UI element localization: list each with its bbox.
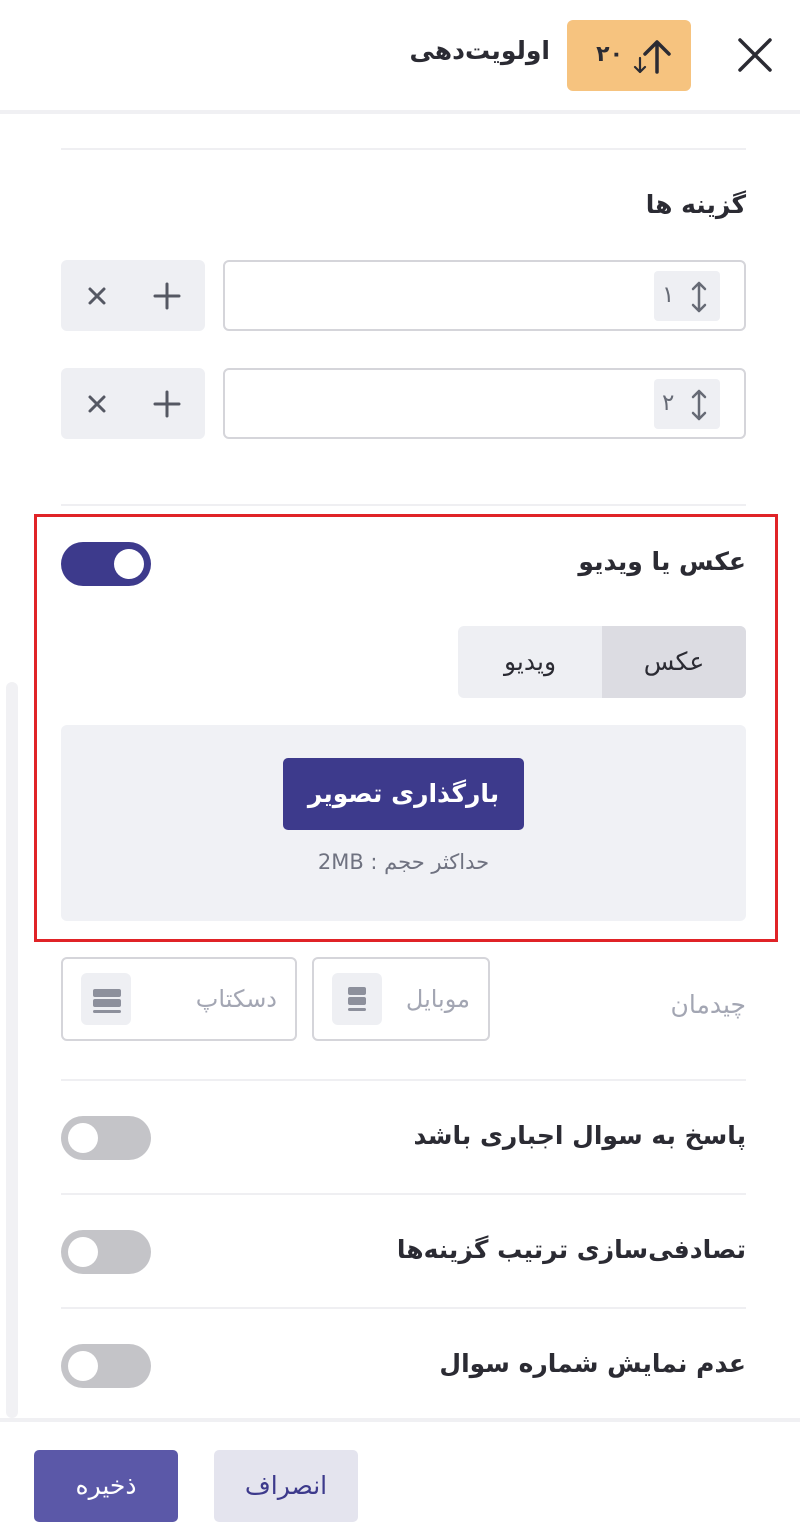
option-input-1[interactable]: ۱	[223, 260, 746, 331]
tab-photo[interactable]: عکس	[602, 626, 746, 698]
layout-mobile-option[interactable]: موبایل	[312, 957, 490, 1041]
divider	[61, 148, 746, 150]
randomize-options-label: تصادفی‌سازی ترتیب گزینه‌ها	[396, 1235, 746, 1264]
upload-area: بارگذاری تصویر حداکثر حجم : 2MB	[61, 725, 746, 921]
option-number: ۲	[662, 390, 675, 416]
tab-video[interactable]: ویدیو	[458, 626, 602, 698]
divider	[61, 1079, 746, 1081]
option-number: ۱	[662, 282, 675, 308]
toggle-knob	[68, 1351, 98, 1381]
question-number: ۲۰	[596, 42, 623, 67]
plus-icon[interactable]	[151, 280, 183, 312]
media-title: عکس یا ویدیو	[578, 547, 746, 576]
toggle-knob	[114, 549, 144, 579]
option-actions	[61, 368, 205, 439]
media-toggle[interactable]	[61, 542, 151, 586]
vertical-arrows-icon	[691, 389, 707, 421]
required-answer-label: پاسخ به سوال اجباری باشد	[413, 1121, 746, 1150]
layout-label: چیدمان	[670, 990, 747, 1019]
plus-icon[interactable]	[151, 388, 183, 420]
layout-option-label: دسکتاپ	[195, 985, 277, 1013]
save-button[interactable]: ذخیره	[34, 1450, 178, 1522]
scrollbar[interactable]	[6, 682, 18, 1418]
divider	[61, 1307, 746, 1309]
options-title: گزینه ها	[645, 190, 746, 219]
max-size-hint: حداکثر حجم : 2MB	[317, 850, 490, 874]
hide-question-number-toggle[interactable]	[61, 1344, 151, 1388]
option-input-2[interactable]: ۲	[223, 368, 746, 439]
divider	[61, 1193, 746, 1195]
footer-divider	[0, 1418, 800, 1422]
layout-option-label: موبایل	[405, 985, 470, 1013]
mobile-layout-icon	[332, 973, 382, 1025]
priority-sort-icon	[633, 40, 671, 74]
divider	[61, 504, 746, 506]
hide-question-number-label: عدم نمایش شماره سوال	[439, 1349, 746, 1378]
question-type-badge: ۲۰	[567, 20, 691, 91]
close-button[interactable]	[730, 30, 780, 80]
media-type-selector: عکس ویدیو	[458, 626, 746, 698]
option-actions	[61, 260, 205, 331]
upload-image-button[interactable]: بارگذاری تصویر	[283, 758, 524, 830]
x-icon[interactable]	[81, 388, 113, 420]
required-answer-toggle[interactable]	[61, 1116, 151, 1160]
cancel-button[interactable]: انصراف	[214, 1450, 358, 1522]
page-title: اولویت‌دهی	[409, 36, 550, 65]
toggle-knob	[68, 1237, 98, 1267]
vertical-arrows-icon	[691, 281, 707, 313]
randomize-options-toggle[interactable]	[61, 1230, 151, 1274]
option-drag-handle[interactable]: ۲	[654, 379, 720, 429]
close-icon	[738, 38, 772, 72]
toggle-knob	[68, 1123, 98, 1153]
x-icon[interactable]	[81, 280, 113, 312]
desktop-layout-icon	[81, 973, 131, 1025]
panel-header: ۲۰ اولویت‌دهی	[0, 0, 800, 114]
option-drag-handle[interactable]: ۱	[654, 271, 720, 321]
layout-desktop-option[interactable]: دسکتاپ	[61, 957, 297, 1041]
